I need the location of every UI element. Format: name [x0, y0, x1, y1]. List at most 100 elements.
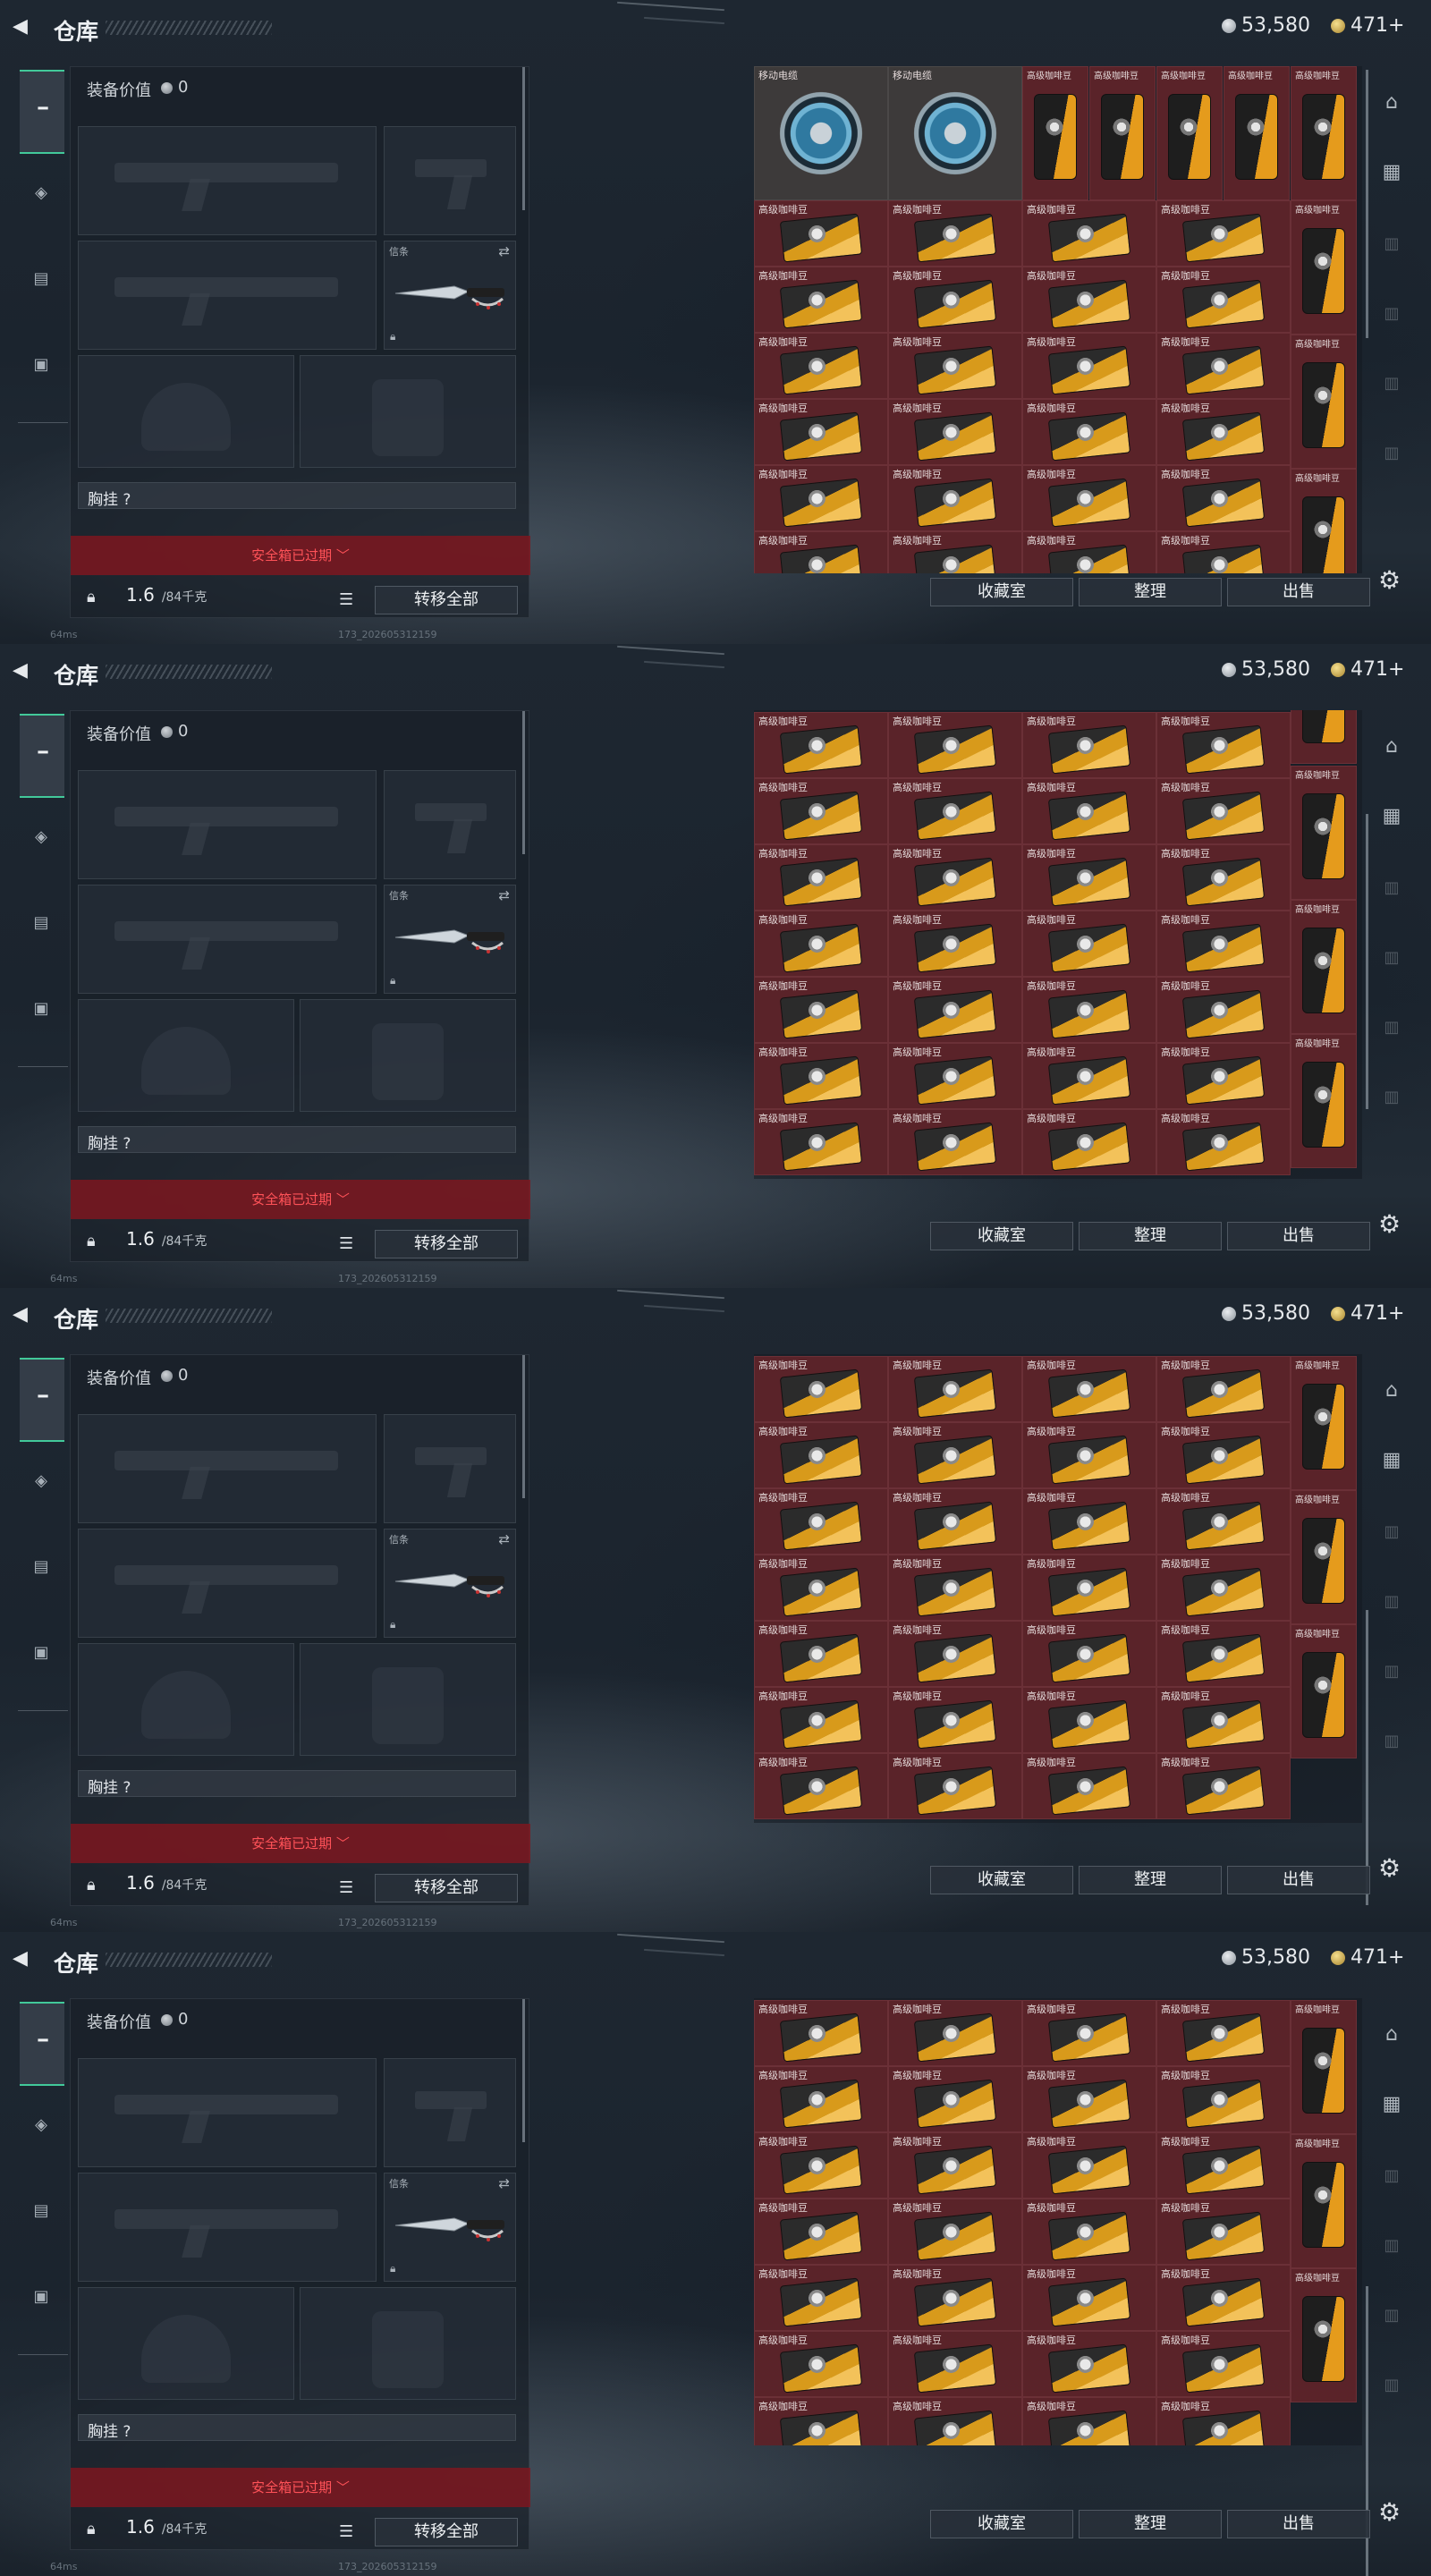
right-tab-6[interactable]: ▥ — [1374, 1662, 1410, 1689]
item-coffee-bag[interactable]: 高级咖啡豆 — [1291, 766, 1357, 900]
gold-currency[interactable]: 471+ — [1331, 658, 1404, 681]
armor-slot[interactable] — [300, 999, 516, 1112]
transfer-all-button[interactable]: 转移全部 — [375, 586, 518, 614]
right-tab-storage[interactable]: ▦ — [1374, 161, 1410, 188]
armor-slot[interactable] — [300, 1643, 516, 1756]
primary-weapon-slot[interactable] — [78, 2058, 377, 2167]
item-coffee-box[interactable]: 高级咖啡豆 — [888, 531, 1022, 573]
list-icon[interactable]: ☰ — [339, 1878, 353, 1897]
right-tab-6[interactable]: ▥ — [1374, 1018, 1410, 1045]
item-coffee-box[interactable]: 高级咖啡豆 — [754, 1555, 888, 1621]
warehouse-scrollbar[interactable] — [1366, 70, 1368, 338]
item-coffee-box[interactable]: 高级咖啡豆 — [754, 1488, 888, 1555]
right-tab-6[interactable]: ▥ — [1374, 2306, 1410, 2333]
item-coffee-box[interactable]: 高级咖啡豆 — [1156, 1488, 1291, 1555]
item-coffee-box[interactable]: 高级咖啡豆 — [1022, 2066, 1156, 2132]
item-coffee-box[interactable]: 高级咖啡豆 — [888, 267, 1022, 333]
item-coffee-bag[interactable]: 高级咖啡豆 — [1156, 66, 1223, 200]
helmet-slot[interactable] — [78, 2287, 294, 2400]
nav-item-armor[interactable]: ◈ — [30, 826, 52, 848]
item-coffee-box[interactable]: 高级咖啡豆 — [1156, 333, 1291, 399]
item-coffee-box[interactable]: 高级咖啡豆 — [1022, 1488, 1156, 1555]
sort-button[interactable]: 整理 — [1079, 1866, 1222, 1894]
item-coffee-bag[interactable]: 高级咖啡豆 — [1291, 2000, 1357, 2134]
item-coffee-bag[interactable]: 高级咖啡豆 — [1291, 2268, 1357, 2402]
item-coffee-box[interactable]: 高级咖啡豆 — [1156, 1621, 1291, 1687]
melee-slot[interactable]: 信条 ⇄ 🔒︎ — [384, 1529, 516, 1638]
item-coffee-box[interactable]: 高级咖啡豆 — [1156, 1043, 1291, 1109]
item-coffee-box[interactable]: 高级咖啡豆 — [754, 712, 888, 778]
item-coffee-box[interactable]: 高级咖啡豆 — [1156, 465, 1291, 531]
item-coffee-box[interactable]: 高级咖啡豆 — [888, 2066, 1022, 2132]
item-coffee-box[interactable]: 高级咖啡豆 — [754, 911, 888, 977]
nav-item-briefcase[interactable]: ▣ — [30, 1642, 52, 1664]
item-coffee-box[interactable]: 高级咖啡豆 — [1156, 2397, 1291, 2445]
item-coffee-box[interactable]: 高级咖啡豆 — [1022, 2000, 1156, 2066]
item-coffee-bag[interactable]: 高级咖啡豆 — [1089, 66, 1156, 200]
item-coffee-box[interactable]: 高级咖啡豆 — [754, 333, 888, 399]
warehouse-scrollbar[interactable] — [1366, 814, 1368, 1109]
item-coffee-box[interactable]: 高级咖啡豆 — [888, 399, 1022, 465]
item-coffee-box[interactable]: 高级咖啡豆 — [1022, 1621, 1156, 1687]
item-coffee-box[interactable]: 高级咖啡豆 — [1156, 844, 1291, 911]
item-coffee-box[interactable]: 高级咖啡豆 — [888, 2000, 1022, 2066]
item-coffee-bag[interactable]: 高级咖啡豆 — [1291, 335, 1357, 469]
item-coffee-bag[interactable]: 高级咖啡豆 — [1291, 900, 1357, 1034]
secondary-weapon-slot[interactable] — [78, 1529, 377, 1638]
gold-currency[interactable]: 471+ — [1331, 1946, 1404, 1969]
warehouse-scrollbar[interactable] — [1366, 1610, 1368, 1905]
item-coffee-box[interactable]: 高级咖啡豆 — [888, 200, 1022, 267]
pistol-slot[interactable] — [384, 770, 516, 879]
item-coffee-box[interactable]: 高级咖啡豆 — [1022, 333, 1156, 399]
item-coffee-box[interactable]: 高级咖啡豆 — [1022, 1422, 1156, 1488]
nav-item-clipboard[interactable]: ▤ — [30, 2200, 52, 2222]
item-coffee-box[interactable]: 高级咖啡豆 — [1022, 977, 1156, 1043]
nav-item-clipboard[interactable]: ▤ — [30, 268, 52, 290]
secondary-weapon-slot[interactable] — [78, 241, 377, 350]
melee-slot[interactable]: 信条 ⇄ 🔒︎ — [384, 2173, 516, 2282]
item-coffee-box[interactable]: 高级咖啡豆 — [754, 1356, 888, 1422]
item-coffee-box[interactable]: 高级咖啡豆 — [754, 2199, 888, 2265]
settings-gear-icon[interactable]: ⚙ — [1378, 1209, 1401, 1239]
right-tab-4[interactable]: ▥ — [1374, 2166, 1410, 2193]
item-coffee-box[interactable]: 高级咖啡豆 — [1156, 1753, 1291, 1819]
right-tab-locker[interactable]: ⌂ — [1374, 735, 1410, 762]
nav-item-clipboard[interactable]: ▤ — [30, 912, 52, 934]
item-coffee-box[interactable]: 高级咖啡豆 — [754, 844, 888, 911]
item-coffee-box[interactable]: 高级咖啡豆 — [1156, 200, 1291, 267]
sell-button[interactable]: 出售 — [1227, 1866, 1370, 1894]
nav-item-armor[interactable]: ◈ — [30, 1470, 52, 1492]
right-tab-6[interactable]: ▥ — [1374, 374, 1410, 401]
item-coffee-box[interactable]: 高级咖啡豆 — [1022, 1687, 1156, 1753]
sell-button[interactable]: 出售 — [1227, 2510, 1370, 2538]
helmet-slot[interactable] — [78, 999, 294, 1112]
item-coffee-box[interactable]: 高级咖啡豆 — [1022, 1555, 1156, 1621]
chest-rig-slot[interactable]: 胸挂 ? — [78, 1126, 516, 1153]
nav-item-armor[interactable]: ◈ — [30, 182, 52, 204]
item-coffee-box[interactable]: 高级咖啡豆 — [754, 2397, 888, 2445]
item-coffee-box[interactable]: 高级咖啡豆 — [1156, 2199, 1291, 2265]
item-coffee-box[interactable]: 高级咖啡豆 — [888, 2265, 1022, 2331]
swap-icon[interactable]: ⇄ — [498, 1531, 510, 1547]
item-coffee-box[interactable]: 高级咖啡豆 — [1156, 1109, 1291, 1175]
panel-scrollbar[interactable] — [522, 1999, 525, 2142]
transfer-all-button[interactable]: 转移全部 — [375, 2518, 518, 2546]
list-icon[interactable]: ☰ — [339, 590, 353, 609]
right-tab-4[interactable]: ▥ — [1374, 878, 1410, 905]
right-tab-storage[interactable]: ▦ — [1374, 805, 1410, 832]
right-tab-locker[interactable]: ⌂ — [1374, 1379, 1410, 1406]
item-coffee-box[interactable]: 高级咖啡豆 — [1156, 399, 1291, 465]
item-coffee-box[interactable]: 高级咖啡豆 — [1022, 2397, 1156, 2445]
item-coffee-box[interactable]: 高级咖啡豆 — [888, 911, 1022, 977]
item-coffee-box[interactable]: 高级咖啡豆 — [754, 778, 888, 844]
item-coffee-box[interactable]: 高级咖啡豆 — [754, 977, 888, 1043]
chest-rig-slot[interactable]: 胸挂 ? — [78, 2414, 516, 2441]
settings-gear-icon[interactable]: ⚙ — [1378, 1853, 1401, 1883]
sort-button[interactable]: 整理 — [1079, 1222, 1222, 1250]
item-coffee-box[interactable]: 高级咖啡豆 — [1156, 1555, 1291, 1621]
item-coffee-box[interactable]: 高级咖啡豆 — [1022, 778, 1156, 844]
item-coffee-box[interactable]: 高级咖啡豆 — [888, 2132, 1022, 2199]
item-coffee-box[interactable]: 高级咖啡豆 — [1022, 844, 1156, 911]
right-tab-5[interactable]: ▥ — [1374, 948, 1410, 975]
item-coffee-box[interactable]: 高级咖啡豆 — [888, 2331, 1022, 2397]
